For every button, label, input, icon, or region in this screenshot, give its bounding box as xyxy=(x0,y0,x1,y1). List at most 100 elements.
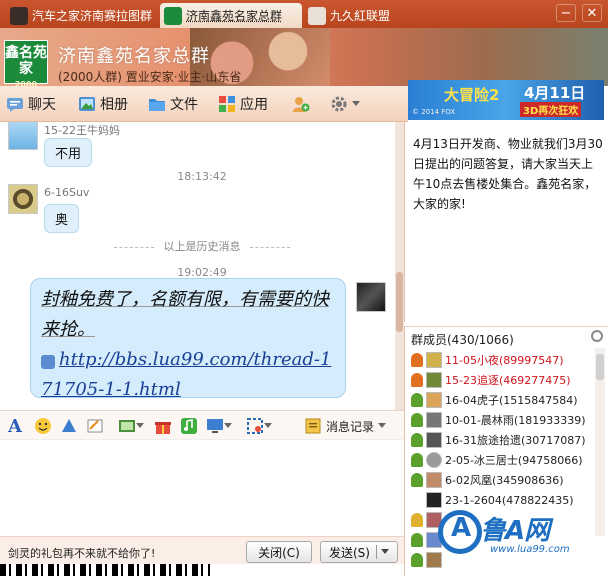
send-button[interactable]: 发送(S) xyxy=(320,541,398,563)
list-item[interactable]: 2-05-冰三居士(94758066) xyxy=(411,450,583,470)
gift-icon[interactable] xyxy=(154,417,172,435)
album-tab-button[interactable]: 相册 xyxy=(78,93,128,115)
chat-tab-label: 聊天 xyxy=(28,97,56,113)
members-title: 群成员(430/1066) xyxy=(411,333,514,347)
group-name[interactable]: 济南鑫苑名家总群 xyxy=(58,42,210,68)
avatar[interactable] xyxy=(8,122,38,150)
vibrate-icon[interactable] xyxy=(60,417,78,435)
avatar xyxy=(426,352,442,368)
chat-scrollbar[interactable] xyxy=(395,122,404,410)
banner-title: 大冒险2 xyxy=(444,86,500,104)
image-icon[interactable] xyxy=(118,417,136,435)
group-notice: 4月13日开发商、物业就我们3月30日提出的问题答复，请大家当天上午10点去售楼… xyxy=(404,122,608,322)
message-link[interactable]: http://bbs.lua99.com/thread-171705-1-1.h… xyxy=(41,349,331,400)
files-tab-button[interactable]: 文件 xyxy=(148,93,198,115)
tab-label: 汽车之家济南赛拉图群 xyxy=(32,9,153,23)
chat-history[interactable]: 15-22王牛妈妈 不用 18:13:42 6-16Suv 奥 以上是历史消息 … xyxy=(0,122,404,410)
gear-icon xyxy=(331,96,347,112)
list-item[interactable]: 11-05小夜(89997547) xyxy=(411,350,564,370)
apps-tab-button[interactable]: 应用 xyxy=(218,93,268,115)
message-sender[interactable]: 6-16Suv xyxy=(44,186,89,199)
avatar xyxy=(426,452,442,468)
minimize-button[interactable]: − xyxy=(556,4,576,22)
close-window-button[interactable]: ✕ xyxy=(582,4,602,22)
member-name: 6-02风凰(345908636) xyxy=(445,474,564,487)
members-header: 群成员(430/1066) xyxy=(404,326,608,348)
music-icon[interactable] xyxy=(180,417,198,435)
message-input[interactable] xyxy=(0,440,404,536)
group-avatar-icon xyxy=(164,6,182,25)
screen-share-icon[interactable] xyxy=(206,417,224,435)
album-tab-label: 相册 xyxy=(100,97,128,113)
message-bubble: 奥 xyxy=(44,204,80,233)
logo-year: 2000 xyxy=(14,80,38,86)
member-name: 16-04虎子(1515847584) xyxy=(445,394,578,407)
scroll-thumb[interactable] xyxy=(596,354,604,380)
banner-date: 4月11日 xyxy=(524,84,586,102)
list-item[interactable]: 16-31旅途拾遗(30717087) xyxy=(411,430,586,450)
avatar xyxy=(426,492,442,508)
divider-line xyxy=(114,246,154,248)
history-divider-text: 以上是历史消息 xyxy=(163,240,241,253)
message-bubble: 封釉免费了，名额有限，有需要的快来抢。 http://bbs.lua99.com… xyxy=(30,278,346,400)
avatar xyxy=(426,432,442,448)
list-item[interactable]: 10-01-晨林雨(181933339) xyxy=(411,410,586,430)
member-name: 15-23追逐(469277475) xyxy=(445,374,571,387)
photo-icon xyxy=(79,97,95,111)
member-name: 23-1-2604(478822435) xyxy=(445,493,574,507)
tab-xinyuan-group[interactable]: 济南鑫苑名家总群 xyxy=(160,3,302,28)
send-label: 发送(S) xyxy=(329,545,370,560)
search-icon[interactable] xyxy=(591,330,603,342)
watermark-brand: 鲁A网 xyxy=(480,516,550,546)
member-name: 16-31旅途拾遗(30717087) xyxy=(445,434,586,447)
group-avatar-icon xyxy=(10,6,28,25)
apps-tab-label: 应用 xyxy=(240,97,268,113)
avatar[interactable] xyxy=(8,184,38,214)
banner-copyright: © 2014 FOX xyxy=(412,108,456,116)
chevron-down-icon[interactable] xyxy=(136,417,144,435)
chevron-down-icon[interactable] xyxy=(224,417,232,435)
ad-banner[interactable]: 大冒险2 4月11日 3D再次狂欢 © 2014 FOX xyxy=(408,80,604,120)
divider-line xyxy=(250,246,290,248)
emoji-icon[interactable] xyxy=(34,417,52,435)
group-toolbar: 聊天 相册 文件 应用 xyxy=(0,86,408,122)
group-logo[interactable]: 鑫名苑家 2000 xyxy=(4,40,48,86)
watermark-url: www.lua99.com xyxy=(490,544,570,555)
banner-subtitle: 3D再次狂欢 xyxy=(520,102,582,117)
avatar xyxy=(426,372,442,388)
avatar xyxy=(426,412,442,428)
screenshot-icon[interactable] xyxy=(246,417,264,435)
member-name: 10-01-晨林雨(181933339) xyxy=(445,414,586,427)
tab-jiujiu-league[interactable]: 九久紅联盟 xyxy=(304,3,414,28)
add-member-button[interactable] xyxy=(292,93,310,115)
add-user-icon xyxy=(293,97,310,112)
chat-tab-button[interactable]: 聊天 xyxy=(6,93,56,115)
avatar[interactable] xyxy=(356,282,386,312)
ad-text-link[interactable]: 剑灵的礼包再不来就不给你了! xyxy=(8,545,155,561)
scroll-thumb[interactable] xyxy=(396,272,403,332)
list-item[interactable]: 16-04虎子(1515847584) xyxy=(411,390,578,410)
member-role-icon xyxy=(411,433,423,447)
history-icon xyxy=(305,418,321,434)
tab-label: 九久紅联盟 xyxy=(330,9,391,23)
settings-button[interactable] xyxy=(330,93,360,115)
chevron-down-icon[interactable] xyxy=(264,417,272,435)
close-button[interactable]: 关闭(C) xyxy=(246,541,312,563)
tab-chat-saloon[interactable]: 汽车之家济南赛拉图群 xyxy=(6,3,156,28)
list-item[interactable]: 23-1-2604(478822435) xyxy=(426,490,574,510)
chevron-down-icon xyxy=(380,549,389,554)
member-role-icon xyxy=(411,413,423,427)
qr-code-strip xyxy=(0,564,210,576)
member-role-icon xyxy=(411,393,423,407)
bottom-bar: 剑灵的礼包再不来就不给你了! 关闭(C) 发送(S) xyxy=(0,536,404,564)
scribble-icon[interactable] xyxy=(86,417,104,435)
list-item[interactable]: 15-23追逐(469277475) xyxy=(411,370,571,390)
avatar xyxy=(426,472,442,488)
message-sender[interactable]: 15-22王牛妈妈 xyxy=(44,122,120,138)
member-list-scrollbar[interactable] xyxy=(595,348,605,536)
message-history-button[interactable]: 消息记录 xyxy=(304,417,387,435)
list-item[interactable]: 6-02风凰(345908636) xyxy=(411,470,564,490)
message-text: 不用 xyxy=(55,147,82,162)
apps-grid-icon xyxy=(219,96,235,112)
font-icon[interactable]: A xyxy=(6,416,24,437)
